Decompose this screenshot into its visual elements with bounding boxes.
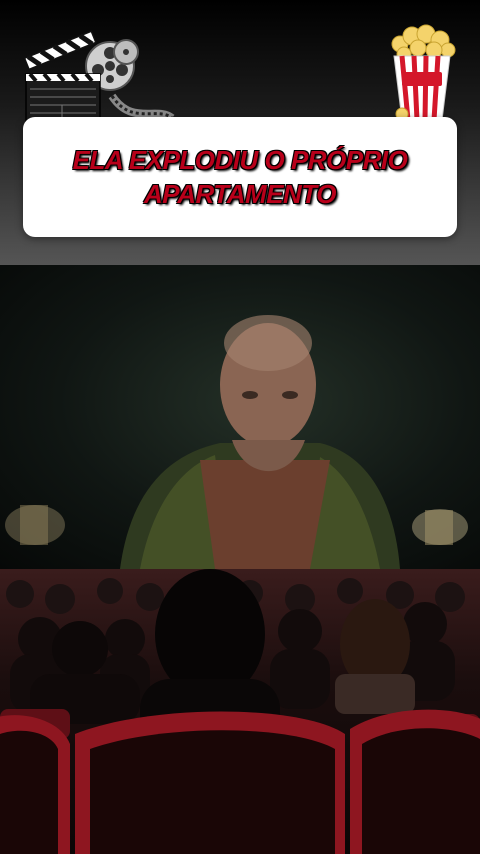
popcorn-icon: [391, 24, 456, 121]
clapperboard-icon: [23, 30, 175, 127]
title-line-2: APARTAMENTO: [144, 179, 336, 209]
title-line-1: ELA EXPLODIU O PRÓPRIO: [72, 145, 408, 175]
title-card: ELA EXPLODIU O PRÓPRIO APARTAMENTO: [23, 117, 457, 237]
cinema-audience-image: [0, 569, 480, 854]
movie-scene-image: [0, 265, 480, 569]
